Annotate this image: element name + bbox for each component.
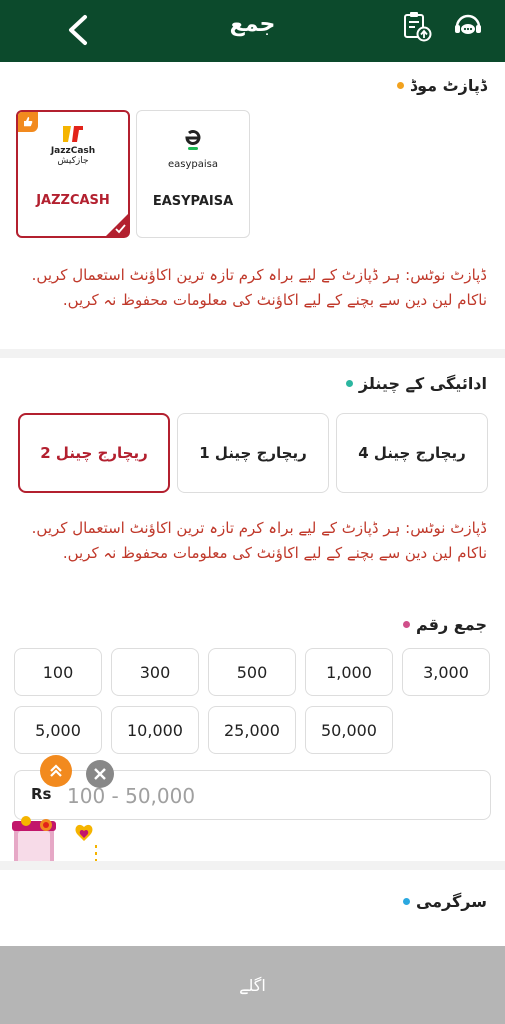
easypaisa-label: EASYPAISA [152, 194, 234, 209]
payment-channels-title: ادائیگی کے چینلز [345, 374, 487, 393]
scroll-top-button[interactable] [40, 755, 72, 787]
section-dot-icon [403, 621, 410, 628]
section-divider [0, 861, 505, 870]
section-dot-icon [345, 380, 353, 387]
channel-1-button[interactable]: ریچارج چینل 1 [177, 413, 329, 493]
next-button[interactable]: اگلے [0, 946, 505, 1024]
amount-preset-3000[interactable]: 3,000 [402, 648, 490, 696]
amount-preset-5000[interactable]: 5,000 [14, 706, 102, 754]
easypaisa-option[interactable]: easypaisa EASYPAISA [136, 110, 250, 238]
deposit-records-button[interactable] [398, 8, 434, 44]
activity-title: سرگرمی [402, 892, 487, 911]
amount-preset-500[interactable]: 500 [208, 648, 296, 696]
channel-2-button[interactable]: ریچارج چینل 2 [18, 413, 170, 493]
amount-preset-100[interactable]: 100 [14, 648, 102, 696]
amount-title: جمع رقم [403, 615, 487, 634]
channel-notice: ڈپازٹ نوٹس: ہر ڈپازٹ کے لیے براہ کرم تاز… [31, 519, 487, 562]
double-chevron-up-icon [50, 764, 62, 777]
jazzcash-option[interactable]: JazzCash جازکیش JAZZCASH [16, 110, 130, 238]
jazzcash-logo: JazzCash جازکیش [18, 124, 128, 166]
deposit-notice: ڈپازٹ نوٹس: ہر ڈپازٹ کے لیے براہ کرم تاز… [31, 266, 487, 309]
jazzcash-label: JAZZCASH [36, 193, 110, 208]
section-dot-icon [402, 898, 410, 905]
easypaisa-logo-icon [181, 126, 205, 150]
app-header: جمع [0, 0, 505, 62]
close-icon [94, 768, 106, 780]
selected-check-icon [106, 214, 128, 236]
amount-preset-50000[interactable]: 50,000 [305, 706, 393, 754]
jazzcash-logo-icon [63, 126, 83, 142]
customer-support-button[interactable] [450, 8, 486, 44]
amount-preset-25000[interactable]: 25,000 [208, 706, 296, 754]
clipboard-upload-icon [404, 12, 432, 42]
amount-preset-300[interactable]: 300 [111, 648, 199, 696]
easypaisa-logo: easypaisa [137, 125, 249, 170]
section-divider [0, 349, 505, 358]
deposit-mode-title: ڈپازٹ موڈ [396, 76, 487, 95]
next-button-label: اگلے [239, 975, 266, 995]
section-dot-icon [396, 82, 404, 89]
close-promo-button[interactable] [86, 760, 114, 788]
headset-chat-icon [455, 14, 481, 34]
channel-4-button[interactable]: ریچارج چینل 4 [336, 413, 488, 493]
amount-input[interactable] [67, 779, 467, 813]
currency-label: Rs [31, 785, 52, 803]
amount-preset-10000[interactable]: 10,000 [111, 706, 199, 754]
amount-preset-1000[interactable]: 1,000 [305, 648, 393, 696]
